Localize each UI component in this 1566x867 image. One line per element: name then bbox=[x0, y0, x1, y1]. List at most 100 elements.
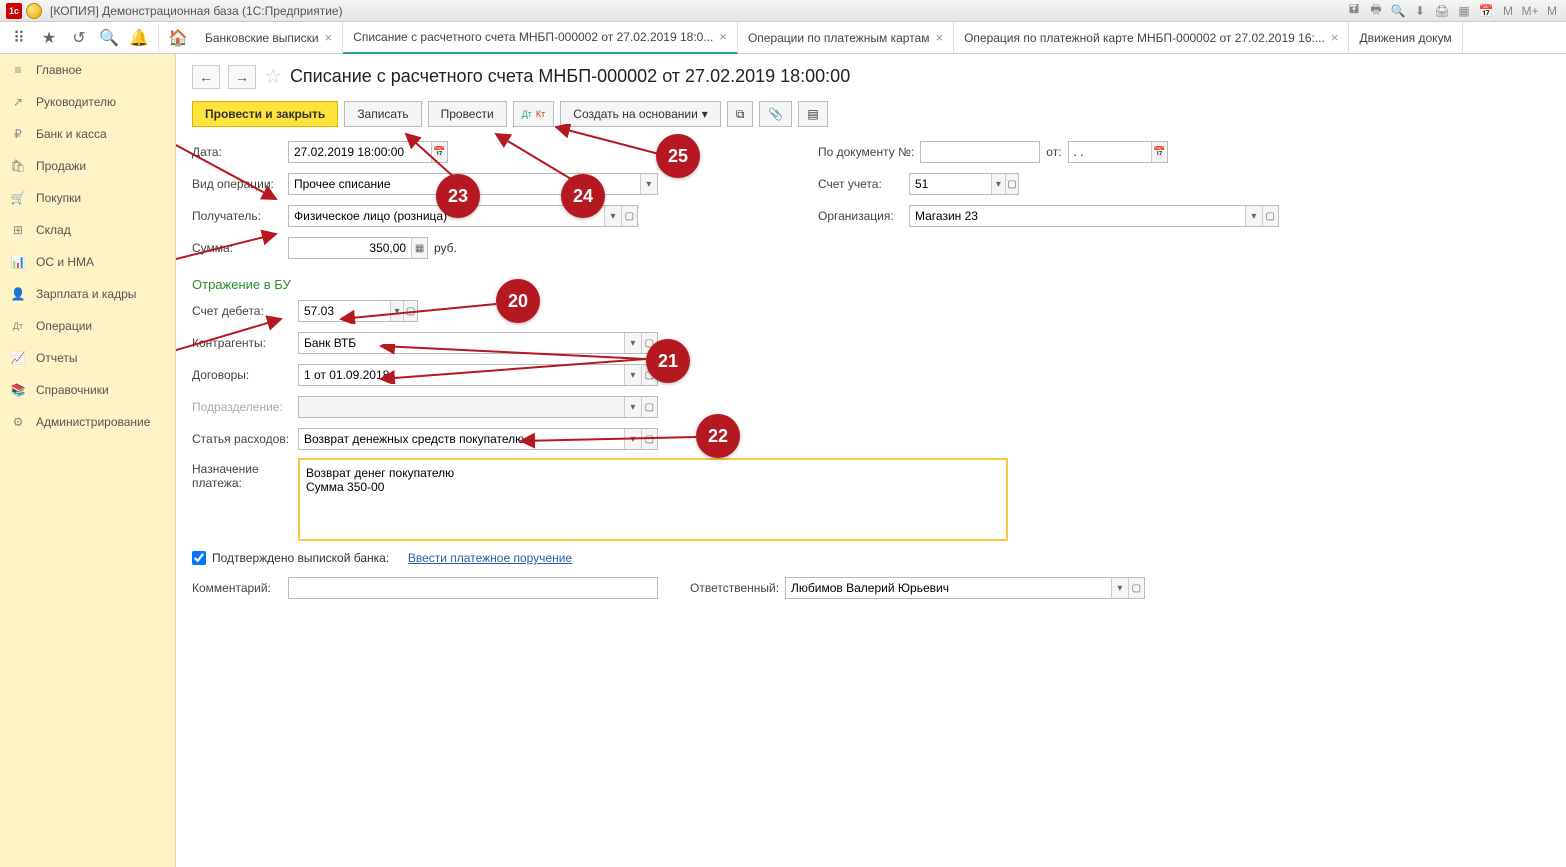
org-label: Организация: bbox=[818, 209, 903, 223]
sidebar-item-assets[interactable]: 📊ОС и НМА bbox=[0, 246, 175, 278]
chevron-down-icon: ▾ bbox=[624, 397, 640, 417]
home-icon[interactable]: 🏠 bbox=[165, 25, 191, 51]
from-date-input-group[interactable]: 📅 bbox=[1068, 141, 1168, 163]
contracts-input[interactable] bbox=[299, 365, 624, 385]
sidebar-item-purchases[interactable]: 🛒Покупки bbox=[0, 182, 175, 214]
chevron-down-icon[interactable]: ▾ bbox=[991, 174, 1004, 194]
forward-button[interactable]: → bbox=[228, 65, 256, 89]
table-icon[interactable]: ▦ bbox=[1456, 3, 1472, 19]
expense-label: Статья расходов: bbox=[192, 432, 292, 446]
save-button[interactable]: Записать bbox=[344, 101, 421, 127]
sidebar-item-reports[interactable]: 📈Отчеты bbox=[0, 342, 175, 374]
close-icon[interactable]: × bbox=[935, 30, 943, 45]
purpose-textarea-wrap[interactable] bbox=[298, 458, 1008, 541]
tab-card-ops[interactable]: Операции по платежным картам× bbox=[738, 22, 954, 54]
chevron-down-icon[interactable]: ▾ bbox=[624, 365, 640, 385]
books-icon: 📚 bbox=[10, 383, 26, 397]
sidebar-item-sales[interactable]: 🛍Продажи bbox=[0, 150, 175, 182]
open-icon[interactable]: ▢ bbox=[1128, 578, 1144, 598]
printer-icon[interactable]: 🖨 bbox=[1434, 3, 1450, 19]
org-input-group[interactable]: ▾▢ bbox=[909, 205, 1279, 227]
close-icon[interactable]: × bbox=[325, 30, 333, 45]
m-plus-icon[interactable]: M+ bbox=[1522, 3, 1538, 19]
sidebar-item-main[interactable]: ≡Главное bbox=[0, 54, 175, 86]
sidebar-item-salary[interactable]: 👤Зарплата и кадры bbox=[0, 278, 175, 310]
star-icon[interactable]: ☆ bbox=[264, 64, 282, 89]
search-icon[interactable]: 🔍 bbox=[96, 25, 122, 51]
sidebar-item-manager[interactable]: ↗Руководителю bbox=[0, 86, 175, 118]
sidebar-item-warehouse[interactable]: ⊞Склад bbox=[0, 214, 175, 246]
contragent-input-group[interactable]: ▾▢ bbox=[298, 332, 658, 354]
chevron-down-icon[interactable]: ▾ bbox=[1245, 206, 1261, 226]
responsible-input-group[interactable]: ▾▢ bbox=[785, 577, 1145, 599]
account-input[interactable] bbox=[910, 174, 991, 194]
list-button[interactable]: ▤ bbox=[798, 101, 827, 127]
menu-circle-icon[interactable] bbox=[26, 3, 42, 19]
chevron-down-icon[interactable]: ▾ bbox=[604, 206, 620, 226]
doc-num-input[interactable] bbox=[921, 142, 1039, 162]
tab-bank-statements[interactable]: Банковские выписки× bbox=[195, 22, 343, 54]
chevron-down-icon[interactable]: ▾ bbox=[640, 174, 657, 194]
open-icon[interactable]: ▢ bbox=[641, 429, 657, 449]
sidebar-item-bank[interactable]: ₽Банк и касса bbox=[0, 118, 175, 150]
chevron-down-icon[interactable]: ▾ bbox=[624, 333, 640, 353]
calendar-icon[interactable]: 📅 bbox=[431, 142, 447, 162]
confirmed-checkbox[interactable] bbox=[192, 551, 206, 565]
comment-input[interactable] bbox=[289, 578, 657, 598]
calendar-icon[interactable]: 📅 bbox=[1151, 142, 1166, 162]
download-icon[interactable]: ⬇ bbox=[1412, 3, 1428, 19]
post-and-close-button[interactable]: Провести и закрыть bbox=[192, 101, 338, 127]
debit-input[interactable] bbox=[299, 301, 390, 321]
contragent-input[interactable] bbox=[299, 333, 624, 353]
contracts-input-group[interactable]: ▾▢ bbox=[298, 364, 658, 386]
comment-input-group[interactable] bbox=[288, 577, 658, 599]
date-input-group[interactable]: 📅 bbox=[288, 141, 448, 163]
sum-input-group[interactable]: ▦ bbox=[288, 237, 428, 259]
close-icon[interactable]: × bbox=[1331, 30, 1339, 45]
account-input-group[interactable]: ▾▢ bbox=[909, 173, 1019, 195]
dtkt-button[interactable]: ДтКт bbox=[513, 101, 555, 127]
tab-writeoff[interactable]: Списание с расчетного счета МНБП-000002 … bbox=[343, 22, 738, 54]
save-icon[interactable]: 🖬 bbox=[1346, 3, 1362, 19]
preview-icon[interactable]: 🔍 bbox=[1390, 3, 1406, 19]
print-icon[interactable]: 🖶 bbox=[1368, 3, 1384, 19]
sidebar-item-operations[interactable]: ДтОперации bbox=[0, 310, 175, 342]
chevron-down-icon[interactable]: ▾ bbox=[1111, 578, 1127, 598]
calendar-icon[interactable]: 📅 bbox=[1478, 3, 1494, 19]
tab-card-op-single[interactable]: Операция по платежной карте МНБП-000002 … bbox=[954, 22, 1349, 54]
expense-input-group[interactable]: ▾▢ bbox=[298, 428, 658, 450]
open-icon[interactable]: ▢ bbox=[1005, 174, 1018, 194]
calc-icon[interactable]: ▦ bbox=[411, 238, 427, 258]
org-input[interactable] bbox=[910, 206, 1245, 226]
history-icon[interactable]: ↺ bbox=[66, 25, 92, 51]
apps-icon[interactable]: ⠿ bbox=[6, 25, 32, 51]
attach-button[interactable]: 📎 bbox=[759, 101, 792, 127]
sidebar-item-directories[interactable]: 📚Справочники bbox=[0, 374, 175, 406]
from-date-input[interactable] bbox=[1069, 142, 1152, 162]
notify-icon[interactable]: 🔔 bbox=[126, 25, 152, 51]
favorite-icon[interactable]: ★ bbox=[36, 25, 62, 51]
m-last-icon[interactable]: M bbox=[1544, 3, 1560, 19]
open-icon[interactable]: ▢ bbox=[403, 301, 417, 321]
structure-button[interactable]: ⧉ bbox=[727, 101, 754, 127]
open-icon[interactable]: ▢ bbox=[621, 206, 637, 226]
debit-input-group[interactable]: ▾▢ bbox=[298, 300, 418, 322]
back-button[interactable]: ← bbox=[192, 65, 220, 89]
open-icon[interactable]: ▢ bbox=[1262, 206, 1278, 226]
close-icon[interactable]: × bbox=[719, 29, 727, 44]
payment-order-link[interactable]: Ввести платежное поручение bbox=[408, 551, 572, 565]
doc-num-input-group[interactable] bbox=[920, 141, 1040, 163]
create-based-on-button[interactable]: Создать на основании ▾ bbox=[560, 101, 721, 127]
expense-input[interactable] bbox=[299, 429, 624, 449]
chevron-down-icon[interactable]: ▾ bbox=[390, 301, 404, 321]
tab-movements[interactable]: Движения докум bbox=[1349, 22, 1462, 54]
post-button[interactable]: Провести bbox=[428, 101, 507, 127]
sidebar-item-admin[interactable]: ⚙Администрирование bbox=[0, 406, 175, 438]
m-icon[interactable]: M bbox=[1500, 3, 1516, 19]
purpose-textarea[interactable] bbox=[303, 463, 1003, 533]
date-input[interactable] bbox=[289, 142, 431, 162]
sum-input[interactable] bbox=[289, 238, 411, 258]
responsible-input[interactable] bbox=[786, 578, 1111, 598]
system-icons: 🖬 🖶 🔍 ⬇ 🖨 ▦ 📅 M M+ M bbox=[1346, 3, 1560, 19]
chevron-down-icon[interactable]: ▾ bbox=[624, 429, 640, 449]
